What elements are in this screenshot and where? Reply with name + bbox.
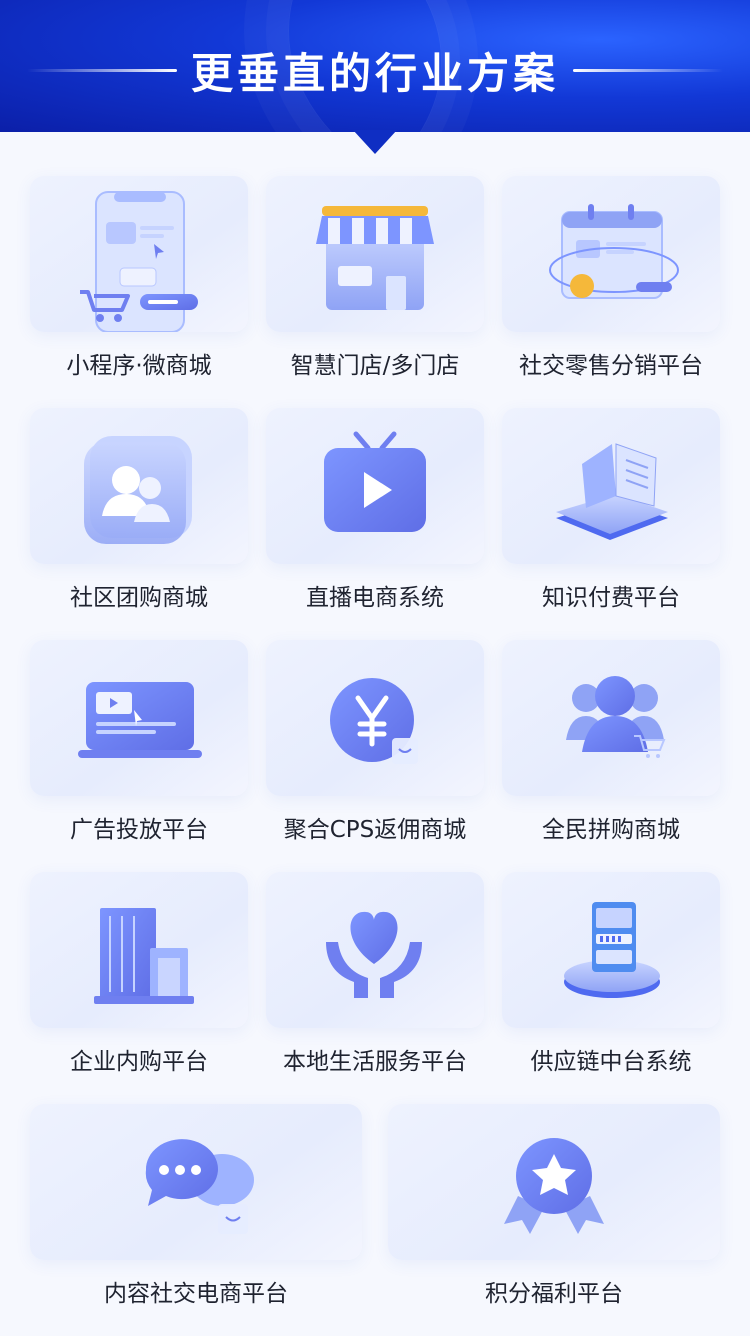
group-people-cart-icon — [566, 676, 666, 758]
solution-label: 本地生活服务平台 — [283, 1049, 467, 1075]
solution-card-local-life[interactable] — [266, 872, 484, 1028]
solution-label: 内容社交电商平台 — [104, 1281, 288, 1307]
chat-bubbles-icon — [145, 1139, 254, 1234]
title-line-right — [573, 69, 723, 72]
solution-card-points-welfare[interactable] — [388, 1104, 720, 1260]
solution-label: 企业内购平台 — [70, 1049, 208, 1075]
solution-card-social-retail[interactable] — [502, 176, 720, 332]
solution-label: 全民拼购商城 — [542, 817, 680, 843]
star-medal-icon — [504, 1138, 604, 1234]
yen-coin-icon — [330, 678, 418, 764]
solution-label: 广告投放平台 — [70, 817, 208, 843]
solution-card-mini-program[interactable] — [30, 176, 248, 332]
solution-card-smart-store[interactable] — [266, 176, 484, 332]
solution-label: 直播电商系统 — [306, 585, 444, 611]
header-title-row: 更垂直的行业方案 — [0, 40, 750, 101]
solution-card-enterprise-purchase[interactable] — [30, 872, 248, 1028]
open-book-icon — [556, 443, 668, 540]
solution-label: 社区团购商城 — [70, 585, 208, 611]
title-line-left — [26, 69, 177, 72]
heart-hands-icon — [326, 911, 422, 998]
page-title: 更垂直的行业方案 — [190, 49, 559, 98]
solution-card-supply-chain[interactable] — [502, 872, 720, 1028]
tv-play-icon — [324, 431, 426, 532]
solution-label: 聚合CPS返佣商城 — [283, 817, 467, 843]
server-platform-icon — [564, 902, 660, 998]
solution-card-advertising[interactable] — [30, 640, 248, 796]
calendar-browser-icon — [549, 204, 679, 299]
mini-program-phone-icon — [80, 191, 198, 332]
solution-label: 小程序·微商城 — [66, 353, 212, 379]
solution-card-group-buy[interactable] — [502, 640, 720, 796]
solution-label: 知识付费平台 — [542, 585, 680, 611]
solution-label: 积分福利平台 — [485, 1281, 623, 1307]
store-icon — [316, 206, 434, 310]
solution-card-knowledge-pay[interactable] — [502, 408, 720, 564]
solution-card-cps[interactable] — [266, 640, 484, 796]
community-users-icon — [84, 436, 192, 544]
solution-card-community-group-buy[interactable] — [30, 408, 248, 564]
office-building-icon — [94, 908, 194, 1004]
solution-label: 社交零售分销平台 — [519, 353, 703, 379]
solution-label: 供应链中台系统 — [530, 1049, 692, 1075]
laptop-video-icon — [78, 682, 202, 758]
solution-label: 智慧门店/多门店 — [290, 353, 460, 379]
solution-card-live-commerce[interactable] — [266, 408, 484, 564]
solution-card-content-social[interactable] — [30, 1104, 362, 1260]
banner-pointer — [353, 130, 397, 154]
